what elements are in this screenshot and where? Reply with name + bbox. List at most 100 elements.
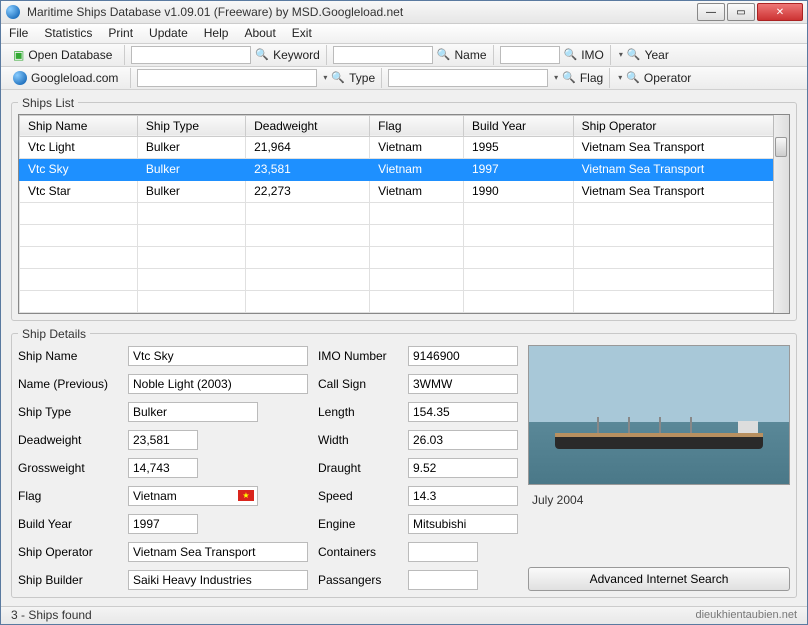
chevron-down-icon[interactable]: ▾ [619, 50, 623, 59]
table-row[interactable] [20, 246, 789, 268]
flag-dropdown[interactable] [388, 69, 548, 87]
cell [137, 224, 245, 246]
col-header[interactable]: Ship Operator [573, 115, 788, 136]
cell [464, 246, 574, 268]
status-text: 3 - Ships found [11, 608, 92, 622]
ships-table: Ship NameShip TypeDeadweightFlagBuild Ye… [18, 114, 790, 314]
year-field[interactable]: 1997 [128, 514, 198, 534]
engine-field[interactable]: Mitsubishi [408, 514, 518, 534]
cell [20, 268, 138, 290]
table-row[interactable] [20, 268, 789, 290]
open-icon: ▣ [13, 48, 24, 62]
scrollbar[interactable] [773, 115, 789, 313]
table-row[interactable]: Vtc StarBulker22,273Vietnam1990Vietnam S… [20, 180, 789, 202]
cell: Vietnam Sea Transport [573, 180, 788, 202]
table-row[interactable] [20, 202, 789, 224]
operator-field[interactable]: Vietnam Sea Transport [128, 542, 308, 562]
menu-help[interactable]: Help [204, 26, 229, 40]
search-icon: 🔍 [437, 48, 451, 61]
ship-details-legend: Ship Details [18, 327, 90, 341]
table-row[interactable] [20, 290, 789, 312]
field-label: Engine [318, 513, 398, 535]
cell: 1990 [464, 180, 574, 202]
imo-input[interactable] [500, 46, 560, 64]
menu-exit[interactable]: Exit [292, 26, 312, 40]
cell [573, 268, 788, 290]
cell [464, 224, 574, 246]
col-header[interactable]: Deadweight [246, 115, 370, 136]
menu-update[interactable]: Update [149, 26, 188, 40]
cell [370, 202, 464, 224]
cell [20, 202, 138, 224]
cell [137, 290, 245, 312]
search-icon: 🔍 [331, 71, 345, 84]
chevron-down-icon[interactable]: ▾ [618, 73, 622, 82]
passengers-field[interactable] [408, 570, 478, 590]
field-label: Ship Builder [18, 569, 118, 591]
field-label: Ship Type [18, 401, 118, 423]
menubar: File Statistics Print Update Help About … [1, 24, 807, 44]
type-dropdown[interactable] [137, 69, 317, 87]
speed-field[interactable]: 14.3 [408, 486, 518, 506]
table-row[interactable] [20, 224, 789, 246]
toolbar-2: Googleload.com ▾ 🔍Type ▾ 🔍Flag ▾ 🔍Operat… [1, 67, 807, 90]
table-row[interactable]: Vtc LightBulker21,964Vietnam1995Vietnam … [20, 136, 789, 158]
menu-file[interactable]: File [9, 26, 28, 40]
col-header[interactable]: Ship Name [20, 115, 138, 136]
maximize-button[interactable]: ▭ [727, 3, 755, 21]
cell [137, 246, 245, 268]
col-header[interactable]: Ship Type [137, 115, 245, 136]
imo-field[interactable]: 9146900 [408, 346, 518, 366]
chevron-down-icon[interactable]: ▾ [554, 73, 558, 82]
main-window: Maritime Ships Database v1.09.01 (Freewa… [0, 0, 808, 625]
field-label: Deadweight [18, 429, 118, 451]
width-field[interactable]: 26.03 [408, 430, 518, 450]
menu-statistics[interactable]: Statistics [44, 26, 92, 40]
scrollbar-thumb[interactable] [775, 137, 787, 157]
draught-field[interactable]: 9.52 [408, 458, 518, 478]
minimize-button[interactable]: — [697, 3, 725, 21]
keyword-input[interactable] [131, 46, 251, 64]
close-button[interactable]: ✕ [757, 3, 803, 21]
cell [246, 202, 370, 224]
open-database-button[interactable]: ▣Open Database [7, 46, 118, 64]
site-link[interactable]: Googleload.com [7, 69, 124, 87]
menu-about[interactable]: About [244, 26, 275, 40]
cell: Bulker [137, 136, 245, 158]
col-header[interactable]: Build Year [464, 115, 574, 136]
field-label: Ship Operator [18, 541, 118, 563]
cell: Vietnam Sea Transport [573, 158, 788, 180]
field-label: Containers [318, 541, 398, 563]
cell [246, 268, 370, 290]
shipType-field[interactable]: Bulker [128, 402, 258, 422]
callsign-field[interactable]: 3WMW [408, 374, 518, 394]
containers-field[interactable] [408, 542, 478, 562]
table-row[interactable]: Vtc SkyBulker23,581Vietnam1997Vietnam Se… [20, 158, 789, 180]
flag-label: Flag [580, 71, 603, 85]
cell [246, 290, 370, 312]
ships-list-group: Ships List Ship NameShip TypeDeadweightF… [11, 96, 797, 321]
prevName-field[interactable]: Noble Light (2003) [128, 374, 308, 394]
cell [246, 246, 370, 268]
chevron-down-icon[interactable]: ▾ [323, 73, 327, 82]
flag-field[interactable]: Vietnam★ [128, 486, 258, 506]
menu-print[interactable]: Print [108, 26, 133, 40]
gwt-field[interactable]: 14,743 [128, 458, 198, 478]
window-title: Maritime Ships Database v1.09.01 (Freewa… [27, 5, 695, 19]
search-icon: 🔍 [255, 48, 269, 61]
field-label: Name (Previous) [18, 373, 118, 395]
dwt-field[interactable]: 23,581 [128, 430, 198, 450]
length-field[interactable]: 154.35 [408, 402, 518, 422]
shipName-field[interactable]: Vtc Sky [128, 346, 308, 366]
builder-field[interactable]: Saiki Heavy Industries [128, 570, 308, 590]
field-label: Draught [318, 457, 398, 479]
ship-details-group: Ship Details Ship NameName (Previous)Shi… [11, 327, 797, 598]
watermark: dieukhientaubien.net [695, 609, 797, 621]
cell [464, 290, 574, 312]
name-input[interactable] [333, 46, 433, 64]
col-header[interactable]: Flag [370, 115, 464, 136]
cell: Vtc Sky [20, 158, 138, 180]
advanced-search-button[interactable]: Advanced Internet Search [528, 567, 790, 591]
field-label: Grossweight [18, 457, 118, 479]
cell [370, 268, 464, 290]
